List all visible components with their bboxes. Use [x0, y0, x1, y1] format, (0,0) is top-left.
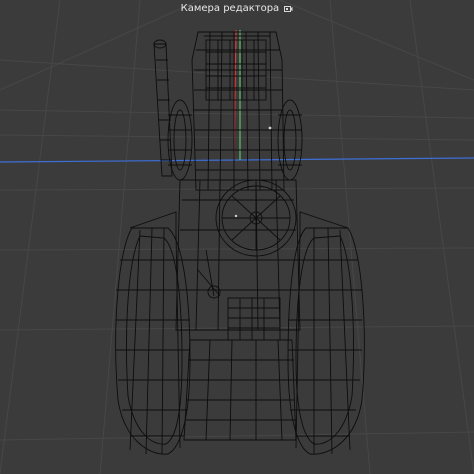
camera-label[interactable]: Камера редактора: [0, 3, 474, 16]
pivot-marker: [268, 126, 272, 130]
camera-icon[interactable]: [284, 5, 293, 13]
editor-viewport[interactable]: Камера редактора: [0, 0, 474, 474]
pivot-marker: [234, 214, 238, 218]
camera-label-text: Камера редактора: [180, 3, 280, 14]
viewport-canvas[interactable]: [0, 0, 474, 474]
floor-grid: [0, 0, 474, 474]
axis-x-line: [0, 157, 474, 163]
